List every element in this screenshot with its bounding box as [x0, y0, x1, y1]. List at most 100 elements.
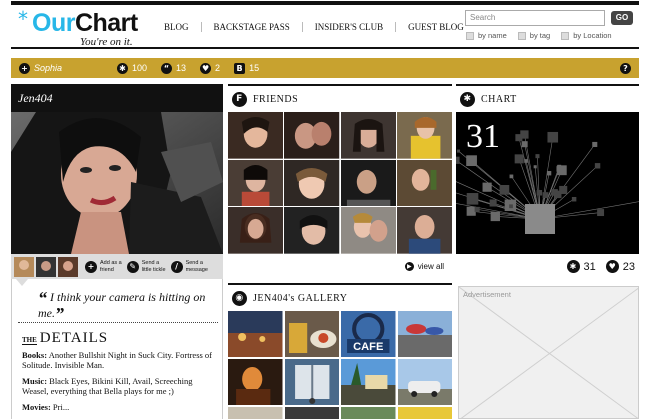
- friend-thumb[interactable]: [284, 112, 340, 159]
- friend-thumb[interactable]: [228, 207, 284, 254]
- friends-footer: ▶ view all: [228, 254, 452, 279]
- details-books: Books: Another Bullshit Night in Suck Ci…: [22, 350, 213, 370]
- profile-name: Jen404: [11, 84, 223, 112]
- status-stars[interactable]: ✱ 100: [117, 62, 147, 74]
- camera-icon: ◉: [232, 290, 247, 306]
- chart-visual[interactable]: 31: [456, 112, 639, 254]
- status-boards[interactable]: B 15: [234, 62, 259, 74]
- site-logo[interactable]: * OurChart You're on it.: [18, 7, 158, 51]
- star-icon: ✱: [566, 260, 580, 273]
- gallery-photo[interactable]: [341, 407, 396, 419]
- speech-pointer: [16, 279, 28, 286]
- friend-thumb[interactable]: [228, 159, 284, 207]
- cafe-sign: CAFE: [353, 341, 383, 353]
- asterisk-icon: ✱: [460, 91, 475, 107]
- friend-thumb[interactable]: [396, 112, 452, 159]
- feather-icon: ✎: [126, 260, 139, 273]
- chart-node: [456, 149, 461, 153]
- chart-node: [546, 171, 552, 176]
- quote-icon: “: [161, 62, 173, 74]
- help-icon[interactable]: ?: [620, 62, 631, 74]
- chart-node: [559, 185, 568, 194]
- profile-thumb[interactable]: [36, 256, 56, 277]
- chart-node: [474, 206, 480, 212]
- filter-by-name[interactable]: by name: [466, 31, 507, 40]
- friend-thumb[interactable]: [340, 207, 396, 254]
- chart-node: [547, 131, 559, 143]
- status-quotes[interactable]: “13: [161, 62, 186, 74]
- nav-insiders-club[interactable]: INSIDER'S CLUB: [303, 22, 397, 32]
- friend-thumb[interactable]: [228, 112, 284, 159]
- chart-node: [542, 192, 549, 199]
- send-tickle-button[interactable]: ✎ Send a little tickle: [126, 260, 166, 273]
- gallery-photo[interactable]: [228, 359, 283, 405]
- chart-node: [466, 193, 479, 205]
- friends-grid: [228, 112, 452, 254]
- profile-quote: “ I think your camera is hitting on me.”: [38, 288, 206, 324]
- gallery-photo[interactable]: [341, 359, 396, 405]
- board-icon: B: [234, 62, 246, 74]
- status-user[interactable]: + Sophia: [19, 62, 117, 74]
- gallery-photo[interactable]: CAFE: [341, 311, 396, 357]
- chart-node: [490, 211, 500, 222]
- profile-actions: + Add as a friend ✎ Send a little tickle / Se…: [11, 254, 223, 279]
- chart-node: [509, 204, 513, 209]
- gallery-photo[interactable]: [284, 311, 340, 357]
- facebook-f-icon: F: [232, 91, 247, 107]
- add-friend-button[interactable]: + Add as a friend: [85, 260, 122, 273]
- send-message-button[interactable]: / Send a message: [170, 260, 208, 273]
- star-icon: ✱: [117, 62, 128, 74]
- chart-node: [514, 154, 524, 164]
- gallery-photo[interactable]: [284, 359, 340, 405]
- chart-node: [509, 174, 514, 179]
- chart-node: [482, 182, 492, 192]
- chart-heading: ✱ CHART: [456, 84, 639, 112]
- friend-thumb[interactable]: [340, 159, 396, 207]
- friend-thumb[interactable]: [396, 207, 452, 254]
- nav-guest-blog[interactable]: GUEST BLOG: [396, 22, 476, 32]
- friend-thumb[interactable]: [340, 112, 396, 159]
- chart-number: 31: [466, 118, 500, 155]
- chart-node: [489, 199, 497, 207]
- search-input[interactable]: Search: [465, 10, 605, 26]
- view-all-link[interactable]: ▶ view all: [404, 262, 444, 271]
- chart-node: [571, 196, 577, 202]
- chart-node: [535, 154, 540, 159]
- header-rule: [11, 47, 639, 49]
- divider: [18, 322, 218, 323]
- profile-photo[interactable]: [11, 112, 223, 254]
- nav-blog[interactable]: BLOG: [152, 22, 202, 32]
- chart-node: [536, 189, 543, 196]
- gallery-photo[interactable]: [397, 311, 453, 357]
- friends-heading: F FRIENDS: [228, 84, 452, 112]
- chart-stats: ✱ 31 ♥ 23: [456, 254, 639, 279]
- search-go-button[interactable]: GO: [611, 11, 633, 25]
- chart-node: [520, 130, 529, 139]
- status-hearts[interactable]: ♥ 2: [200, 62, 220, 74]
- chart-node: [557, 164, 562, 169]
- logo-wordmark: OurChart: [32, 9, 138, 37]
- heart-icon: ♥: [605, 260, 619, 273]
- chart-node: [551, 189, 558, 196]
- chart-node: [456, 156, 460, 164]
- checkbox[interactable]: [466, 31, 474, 40]
- gallery-photo[interactable]: [397, 407, 453, 419]
- checkbox[interactable]: [561, 31, 570, 40]
- gallery-photo[interactable]: [284, 407, 340, 419]
- chart-stars[interactable]: ✱ 31: [566, 260, 596, 273]
- friend-thumb[interactable]: [396, 159, 452, 207]
- filter-by-location[interactable]: by Location: [561, 31, 612, 40]
- advertisement-slot[interactable]: Advertisement: [458, 286, 639, 419]
- gallery-photo[interactable]: [397, 359, 453, 405]
- profile-thumb[interactable]: [14, 256, 34, 277]
- gallery-photo[interactable]: [228, 311, 283, 357]
- chart-hearts[interactable]: ♥ 23: [605, 260, 635, 273]
- filter-by-tag[interactable]: by tag: [517, 31, 550, 40]
- nav-backstage-pass[interactable]: BACKSTAGE PASS: [202, 22, 303, 32]
- profile-thumb[interactable]: [58, 256, 78, 277]
- status-bar: + Sophia ✱ 100 “13 ♥ 2 B 15 ?: [11, 58, 639, 78]
- friend-thumb[interactable]: [284, 207, 340, 254]
- gallery-photo[interactable]: [228, 407, 283, 419]
- checkbox[interactable]: [517, 31, 526, 40]
- friend-thumb[interactable]: [284, 159, 340, 207]
